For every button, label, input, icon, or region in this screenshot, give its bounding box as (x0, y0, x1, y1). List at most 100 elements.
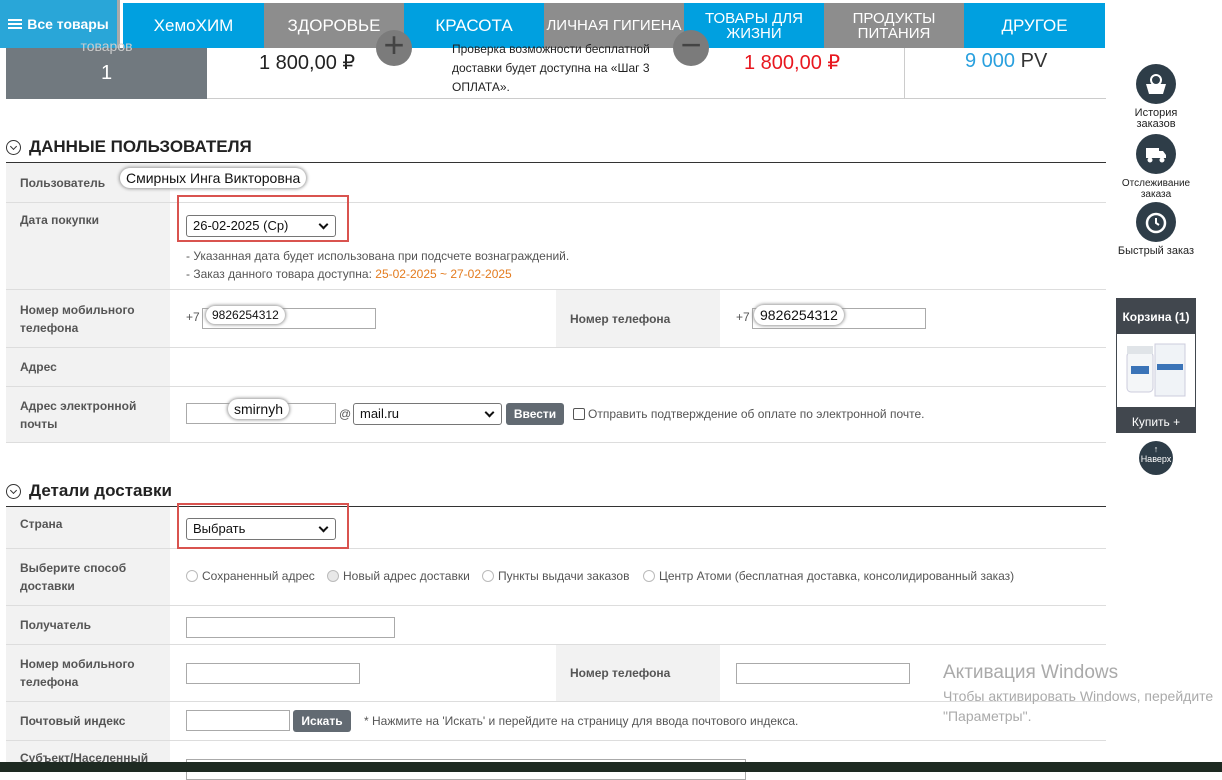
email-domain: mail.ru (360, 406, 400, 421)
method-label-1: Новый адрес доставки (343, 569, 470, 583)
goods-count: 1 (100, 62, 113, 84)
subtotal-price: 1 800,00 ₽ (259, 52, 356, 74)
mobile-value: 9826254312 (206, 306, 285, 324)
radio-icon (186, 570, 198, 582)
windows-activation-line3: "Параметры". (943, 708, 1032, 724)
delivery-mobile-row: Номер мобильного телефона Номер телефона (6, 645, 1106, 702)
clock-icon (1136, 202, 1176, 242)
radio-icon (482, 570, 494, 582)
windows-activation-text: Чтобы активировать Windows, перейдите "П… (943, 686, 1213, 726)
postal-note: * Нажмите на 'Искать' и перейдите на стр… (364, 714, 799, 728)
buy-link[interactable]: Купить + (1116, 415, 1196, 429)
country-value: Выбрать (193, 521, 246, 536)
total-price: 1 800,00 ₽ (744, 52, 841, 74)
checkbox-icon (573, 408, 585, 420)
address-label: Адрес (6, 348, 170, 386)
minus-icon: − (673, 27, 709, 66)
date-note-2-prefix: - Заказ данного товара доступна: (186, 267, 372, 281)
chevron-down-icon[interactable] (6, 139, 21, 155)
delivery-note: Проверка возможности бесплатной доставки… (452, 42, 650, 94)
order-tracking-link[interactable]: Отслеживание заказа (1116, 134, 1196, 200)
country-label: Страна (6, 507, 170, 548)
delivery-phone-input[interactable] (736, 663, 910, 684)
method-label: Выберите способ доставки (6, 549, 170, 605)
menu-icon (8, 17, 23, 31)
scroll-top-label: Наверх (1140, 454, 1172, 464)
search-button[interactable]: Искать (293, 710, 351, 732)
delivery-section-title: Детали доставки (6, 481, 172, 501)
email-domain-select[interactable]: mail.ru (353, 403, 502, 425)
order-history-link[interactable]: История заказов (1116, 64, 1196, 130)
radio-icon (643, 570, 655, 582)
user-section-title-text: ДАННЫЕ ПОЛЬЗОВАТЕЛЯ (29, 137, 252, 156)
address-row: Адрес (6, 348, 1106, 387)
order-tracking-label: Отслеживание заказа (1121, 178, 1191, 200)
country-row: Страна Выбрать (6, 503, 1106, 549)
email-label: Адрес электронной почты (6, 387, 170, 442)
phone-value: 9826254312 (754, 305, 844, 325)
chevron-down-icon[interactable] (6, 483, 21, 499)
user-section-title: ДАННЫЕ ПОЛЬЗОВАТЕЛЯ (6, 137, 252, 157)
windows-activation-line2: Чтобы активировать Windows, перейдите (943, 688, 1214, 704)
delivery-section-title-text: Детали доставки (29, 481, 172, 500)
order-history-label: История заказов (1134, 107, 1178, 130)
cart-widget[interactable]: Корзина (1) Купить + (1116, 298, 1196, 433)
method-label-0: Сохраненный адрес (202, 569, 315, 583)
mobile-label: Номер мобильного телефона (6, 290, 170, 347)
basket-icon (1136, 64, 1176, 104)
method-label-2: Пункты выдачи заказов (498, 569, 630, 583)
delivery-mobile-label: Номер мобильного телефона (6, 645, 170, 701)
truck-icon (1136, 134, 1176, 174)
method-row: Выберите способ доставки Сохраненный адр… (6, 549, 1106, 606)
product-thumbnail[interactable] (1117, 334, 1195, 407)
mobile-prefix: +7 (186, 310, 200, 324)
date-note-2: - Заказ данного товара доступна: 25-02-2… (186, 267, 512, 281)
at-sign: @ (339, 407, 352, 421)
postal-input[interactable] (186, 710, 290, 731)
email-confirm-checkbox[interactable]: Отправить подтверждение об оплате по эле… (573, 407, 924, 421)
delivery-phone-label: Номер телефона (556, 645, 720, 701)
nav-item-food[interactable]: ПРОДУКТЫ ПИТАНИЯ (824, 3, 964, 48)
date-note-1: - Указанная дата будет использована при … (186, 249, 570, 263)
pv-unit: PV (1020, 50, 1048, 72)
order-summary: товаров 1 1 800,00 ₽ + Проверка возможно… (6, 27, 1106, 99)
method-new-address[interactable]: Новый адрес доставки (327, 569, 470, 583)
pv-value: 9 000 (965, 50, 1016, 72)
windows-activation-title: Активация Windows (943, 662, 1119, 683)
enter-button[interactable]: Ввести (506, 403, 564, 425)
mobile-row: Номер мобильного телефона +7 9826254312 … (6, 290, 1106, 348)
purchase-date-label: Дата покупки (6, 203, 170, 289)
country-select[interactable]: Выбрать (186, 518, 336, 540)
postal-label: Почтовый индекс (6, 702, 170, 740)
pv-box: 9 000 PV (904, 48, 1106, 99)
plus-icon: + (376, 27, 412, 66)
method-label-3: Центр Атоми (бесплатная доставка, консол… (659, 569, 1015, 583)
quick-order-label: Быстрый заказ (1117, 245, 1195, 257)
user-name: Смирных Инга Викторовна (120, 168, 307, 188)
email-confirm-label: Отправить подтверждение об оплате по эле… (588, 407, 925, 421)
purchase-date-row: Дата покупки 26-02-2025 (Ср) - Указанная… (6, 195, 1106, 290)
quick-order-link[interactable]: Быстрый заказ (1116, 202, 1196, 257)
date-range: 25-02-2025 ~ 27-02-2025 (375, 267, 512, 281)
taskbar (0, 762, 1222, 772)
phone-prefix: +7 (736, 310, 750, 324)
arrow-up-icon: ↑ (1153, 444, 1159, 454)
all-products-label: Все товары (27, 15, 109, 32)
method-saved-address[interactable]: Сохраненный адрес (186, 569, 315, 583)
method-pickup-points[interactable]: Пункты выдачи заказов (482, 569, 629, 583)
recipient-input[interactable] (186, 617, 395, 638)
scroll-top-button[interactable]: ↑ Наверх (1139, 441, 1173, 475)
goods-label: товаров (80, 38, 133, 54)
purchase-date-select[interactable]: 26-02-2025 (Ср) (186, 215, 336, 237)
user-row: Пользователь Смирных Инга Викторовна (6, 163, 1106, 203)
delivery-mobile-input[interactable] (186, 663, 360, 684)
phone-label: Номер телефона (556, 290, 720, 347)
method-atomy-center[interactable]: Центр Атоми (бесплатная доставка, консол… (643, 569, 1014, 583)
email-row: Адрес электронной почты smirnyh @ mail.r… (6, 387, 1106, 443)
purchase-date-value: 26-02-2025 (Ср) (193, 218, 289, 233)
recipient-label: Получатель (6, 606, 170, 644)
radio-icon (327, 570, 339, 582)
goods-count-box: товаров 1 (6, 38, 207, 99)
postal-row: Почтовый индекс Искать * Нажмите на 'Иск… (6, 702, 1106, 741)
nav-item-other[interactable]: ДРУГОЕ (964, 3, 1105, 48)
